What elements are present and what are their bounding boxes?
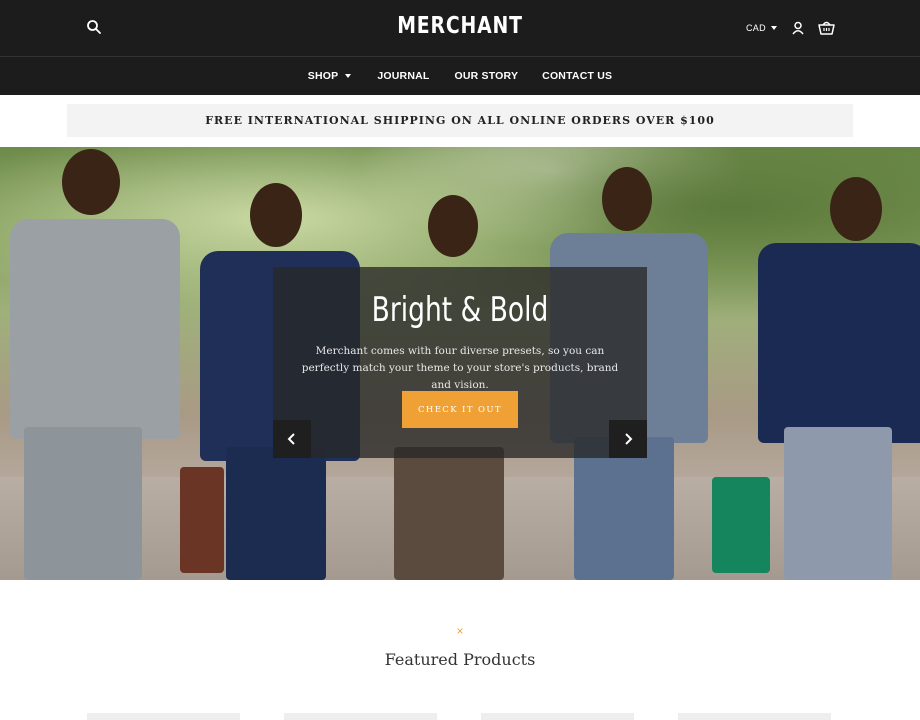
product-card[interactable] (87, 713, 240, 720)
nav-item-journal[interactable]: JOURNAL (377, 70, 429, 82)
currency-label: CAD (746, 23, 766, 33)
chevron-down-icon (345, 74, 352, 78)
product-card[interactable] (481, 713, 634, 720)
search-icon[interactable] (86, 19, 102, 35)
main-nav: SHOP JOURNAL OUR STORY CONTACT US (0, 56, 920, 95)
nav-item-label: OUR STORY (454, 70, 519, 82)
currency-selector[interactable]: CAD (746, 23, 777, 33)
chevron-down-icon (770, 26, 777, 30)
nav-item-our-story[interactable]: OUR STORY (455, 70, 519, 82)
nav-item-shop[interactable]: SHOP (308, 70, 352, 82)
nav-item-contact-us[interactable]: CONTACT US (542, 70, 612, 82)
basket-icon[interactable] (818, 20, 835, 36)
slide-prev-button[interactable] (273, 420, 311, 458)
featured-products-title: Featured Products (384, 650, 536, 669)
hero-title: Bright & Bold (371, 290, 549, 330)
top-header: MERCHANT CAD (0, 0, 920, 56)
nav-item-label: SHOP (307, 70, 339, 82)
nav-item-label: CONTACT US (542, 70, 613, 82)
logo-text[interactable]: MERCHANT (397, 13, 523, 39)
check-it-out-button[interactable]: CHECK IT OUT (402, 391, 518, 428)
hero-figure (712, 147, 920, 580)
chevron-left-icon (287, 433, 295, 445)
product-card[interactable] (284, 713, 437, 720)
slide-next-button[interactable] (609, 420, 647, 458)
hero-slideshow: Bright & Bold Merchant comes with four d… (0, 147, 920, 580)
hero-figure (0, 147, 190, 580)
product-card[interactable] (678, 713, 831, 720)
ornament-icon: × (456, 624, 464, 638)
user-icon[interactable] (791, 21, 805, 35)
logo: MERCHANT (83, 13, 837, 39)
nav-item-label: JOURNAL (377, 70, 430, 82)
hero-description: Merchant comes with four diverse presets… (301, 345, 619, 391)
announcement-bar: FREE INTERNATIONAL SHIPPING ON ALL ONLIN… (67, 104, 853, 137)
hero-caption-panel: Bright & Bold Merchant comes with four d… (273, 267, 647, 458)
chevron-right-icon (625, 433, 633, 445)
